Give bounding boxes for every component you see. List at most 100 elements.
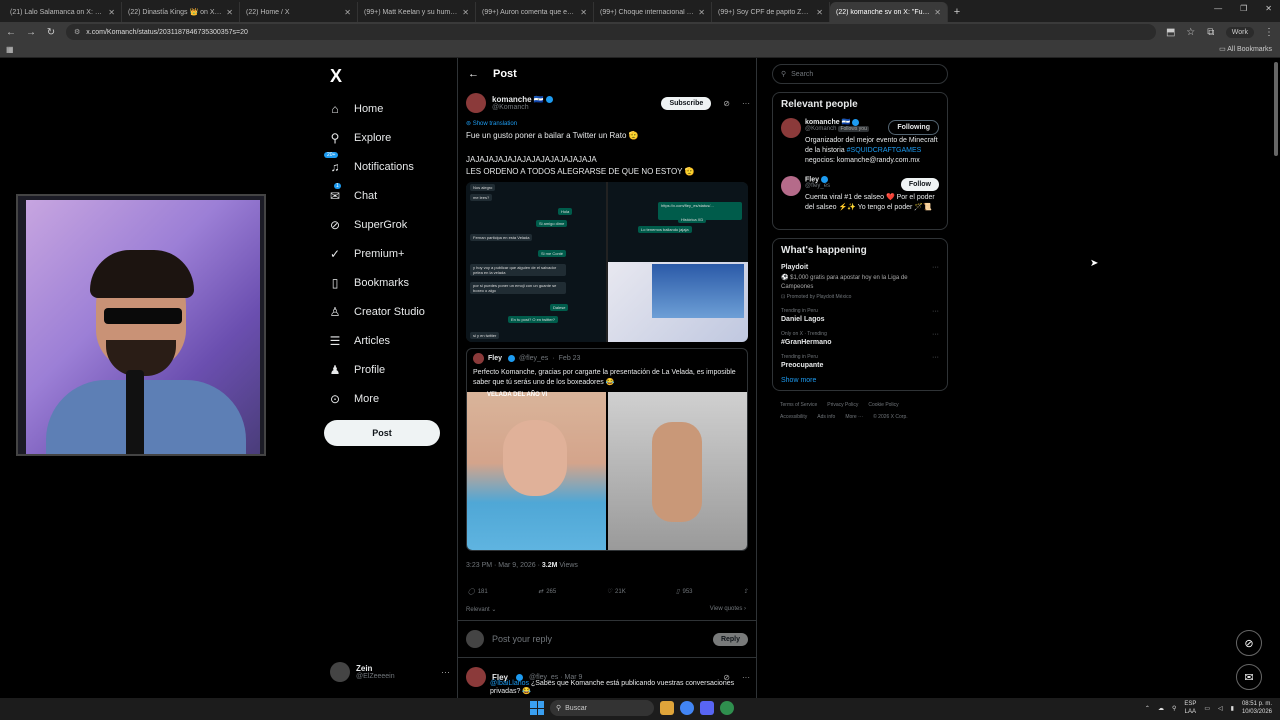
photo-thumbnail[interactable] bbox=[608, 392, 747, 550]
nav-articles[interactable]: ☰ Articles bbox=[328, 326, 458, 355]
discord-icon[interactable] bbox=[700, 701, 714, 715]
close-tab-icon[interactable]: ✕ bbox=[698, 8, 705, 17]
language-indicator[interactable]: ESP LAA bbox=[1184, 700, 1196, 716]
nav-chat[interactable]: ✉ 1 Chat bbox=[328, 181, 458, 210]
avatar[interactable] bbox=[466, 93, 486, 113]
network-icon[interactable]: ▭ bbox=[1204, 705, 1210, 712]
close-window-icon[interactable]: ✕ bbox=[1265, 4, 1272, 13]
search-input[interactable]: ⚲ Search bbox=[772, 64, 948, 84]
nav-home[interactable]: ⌂ Home bbox=[328, 94, 458, 123]
battery-icon[interactable]: ▮ bbox=[1231, 705, 1234, 712]
menu-icon[interactable]: ⋮ bbox=[1264, 27, 1274, 38]
extensions-icon[interactable]: ⧉ bbox=[1206, 27, 1216, 38]
browser-tab[interactable]: (22) Dinastía Kings 👑 on X: "… ✕ bbox=[122, 2, 240, 22]
all-bookmarks[interactable]: ▭ All Bookmarks bbox=[1219, 45, 1272, 53]
account-switcher[interactable]: Zein @ElZeeeein ··· bbox=[330, 662, 450, 682]
trend-item[interactable]: Trending in Peru Daniel Lagos ··· bbox=[781, 308, 939, 323]
reload-icon[interactable]: ↻ bbox=[46, 27, 56, 38]
volume-icon[interactable]: ◁ bbox=[1218, 705, 1223, 712]
page-scrollbar[interactable] bbox=[1274, 62, 1278, 156]
new-tab-button[interactable]: + bbox=[948, 2, 966, 22]
more-dots-icon[interactable]: ··· bbox=[932, 308, 939, 315]
forward-icon[interactable]: → bbox=[26, 27, 36, 38]
view-quotes-link[interactable]: View quotes › bbox=[710, 606, 746, 612]
nav-profile[interactable]: ♟ Profile bbox=[328, 355, 458, 384]
browser-tab[interactable]: (99+) Matt Keelan y su humor … ✕ bbox=[358, 2, 476, 22]
close-tab-icon[interactable]: ✕ bbox=[344, 8, 351, 17]
nav-premium[interactable]: ✓ Premium+ bbox=[328, 239, 458, 268]
file-explorer-icon[interactable] bbox=[660, 701, 674, 715]
trend-item[interactable]: Trending in Peru Preocupante ··· bbox=[781, 354, 939, 369]
person-card[interactable]: komanche 🇸🇻 @Komanch Follows you Organiza… bbox=[781, 118, 939, 166]
close-tab-icon[interactable]: ✕ bbox=[462, 8, 469, 17]
close-tab-icon[interactable]: ✕ bbox=[226, 8, 233, 17]
cloud-icon[interactable]: ☁ bbox=[1158, 705, 1164, 712]
more-dots-icon[interactable]: ··· bbox=[932, 354, 939, 361]
share-action[interactable]: ⇪ bbox=[743, 588, 748, 595]
more-dots-icon[interactable]: ··· bbox=[932, 264, 939, 271]
browser-tab[interactable]: (22) Home / X ✕ bbox=[240, 2, 358, 22]
avatar bbox=[781, 176, 801, 196]
taskbar-search[interactable]: ⚲ Buscar bbox=[550, 700, 654, 716]
nav-bookmarks[interactable]: ▯ Bookmarks bbox=[328, 268, 458, 297]
mic-icon[interactable]: ⚲ bbox=[1172, 705, 1176, 712]
windows-start-icon[interactable] bbox=[530, 701, 544, 715]
nav-creator-studio[interactable]: ♙ Creator Studio bbox=[328, 297, 458, 326]
post-media[interactable]: Nos alegro me lees? Hola Si amigo dime F… bbox=[466, 182, 748, 342]
subscribe-button[interactable]: Subscribe bbox=[661, 96, 712, 110]
reply-input[interactable]: Post your reply bbox=[492, 634, 705, 644]
messages-fab-icon[interactable]: ✉ bbox=[1236, 664, 1262, 690]
close-tab-icon[interactable]: ✕ bbox=[934, 8, 941, 17]
restore-icon[interactable]: ❐ bbox=[1240, 4, 1247, 13]
video-thumbnail[interactable]: VELADA DEL AÑO VI bbox=[467, 392, 606, 550]
chrome-icon[interactable] bbox=[680, 701, 694, 715]
trend-item[interactable]: Only on X · Trending #GranHermano ··· bbox=[781, 331, 939, 346]
more-dots-icon[interactable]: ··· bbox=[742, 99, 750, 108]
grok-fab-icon[interactable]: ⊘ bbox=[1236, 630, 1262, 656]
nav-explore[interactable]: ⚲ Explore bbox=[328, 123, 458, 152]
person-card[interactable]: Fley @fley_es Cuenta viral #1 de salseo … bbox=[781, 176, 939, 213]
trend-item[interactable]: Playdoit ⚽ $1,000 gratis para apostar ho… bbox=[781, 264, 939, 300]
url-field[interactable]: ⚙ x.com/Komanch/status/203118784673530035… bbox=[66, 24, 1156, 40]
show-translation-link[interactable]: ⊚ Show translation bbox=[466, 120, 750, 127]
bookmark-action[interactable]: ▯ 953 bbox=[676, 588, 692, 596]
install-icon[interactable]: ⬒ bbox=[1166, 27, 1176, 38]
close-tab-icon[interactable]: ✕ bbox=[108, 8, 115, 17]
nav-notifications[interactable]: ♫ 20+ Notifications bbox=[324, 151, 458, 181]
x-logo-icon[interactable]: X bbox=[330, 66, 342, 87]
clock[interactable]: 08:51 p. m. 10/03/2026 bbox=[1242, 700, 1272, 716]
browser-tab[interactable]: (21) Lalo Salamanca on X: "💀… ✕ bbox=[4, 2, 122, 22]
following-button[interactable]: Following bbox=[888, 120, 939, 135]
close-tab-icon[interactable]: ✕ bbox=[816, 8, 823, 17]
sort-dropdown[interactable]: Relevant ⌄ bbox=[466, 606, 496, 613]
nav-more[interactable]: ⊙ More bbox=[328, 384, 458, 413]
follow-button[interactable]: Follow bbox=[900, 178, 939, 191]
apps-icon[interactable]: ▦ bbox=[6, 45, 14, 54]
grok-icon[interactable]: ⊘ bbox=[723, 99, 730, 108]
star-icon[interactable]: ☆ bbox=[1186, 27, 1196, 38]
profile-button[interactable]: Work bbox=[1225, 26, 1254, 38]
browser-tab[interactable]: (99+) Soy CPF de papito Zein… ✕ bbox=[712, 2, 830, 22]
browser-tab-active[interactable]: (22) komanche sv on X: "Fue un…✕ bbox=[830, 2, 948, 22]
more-dots-icon[interactable]: ··· bbox=[441, 667, 450, 677]
browser-app-icon[interactable] bbox=[720, 701, 734, 715]
minimize-icon[interactable]: — bbox=[1214, 4, 1222, 13]
repost-action[interactable]: ⇄ 265 bbox=[538, 588, 556, 596]
back-icon[interactable]: ← bbox=[6, 27, 16, 38]
reply-action[interactable]: ◯ 181 bbox=[468, 588, 488, 596]
chevron-up-icon[interactable]: ⌃ bbox=[1145, 705, 1150, 712]
more-dots-icon[interactable]: ··· bbox=[742, 673, 750, 682]
site-info-icon[interactable]: ⚙ bbox=[74, 28, 80, 36]
reply-post[interactable]: Fley @fley_es · Mar 9 ⊘ ··· @IbaiLlanos … bbox=[466, 666, 750, 695]
browser-tab[interactable]: (99+) Choque internacional po… ✕ bbox=[594, 2, 712, 22]
more-dots-icon[interactable]: ··· bbox=[932, 331, 939, 338]
post-button[interactable]: Post bbox=[324, 420, 440, 446]
back-arrow-icon[interactable]: ← bbox=[468, 68, 479, 80]
reply-button[interactable]: Reply bbox=[712, 632, 748, 646]
nav-supergrok[interactable]: ⊘ SuperGrok bbox=[328, 210, 458, 239]
quoted-post[interactable]: Fley @fley_es · Feb 23 Perfecto Komanche… bbox=[466, 348, 748, 551]
browser-tab[interactable]: (99+) Auron comenta que en la… ✕ bbox=[476, 2, 594, 22]
show-more-link[interactable]: Show more bbox=[781, 377, 939, 384]
like-action[interactable]: ♡ 21K bbox=[607, 588, 626, 596]
close-tab-icon[interactable]: ✕ bbox=[580, 8, 587, 17]
